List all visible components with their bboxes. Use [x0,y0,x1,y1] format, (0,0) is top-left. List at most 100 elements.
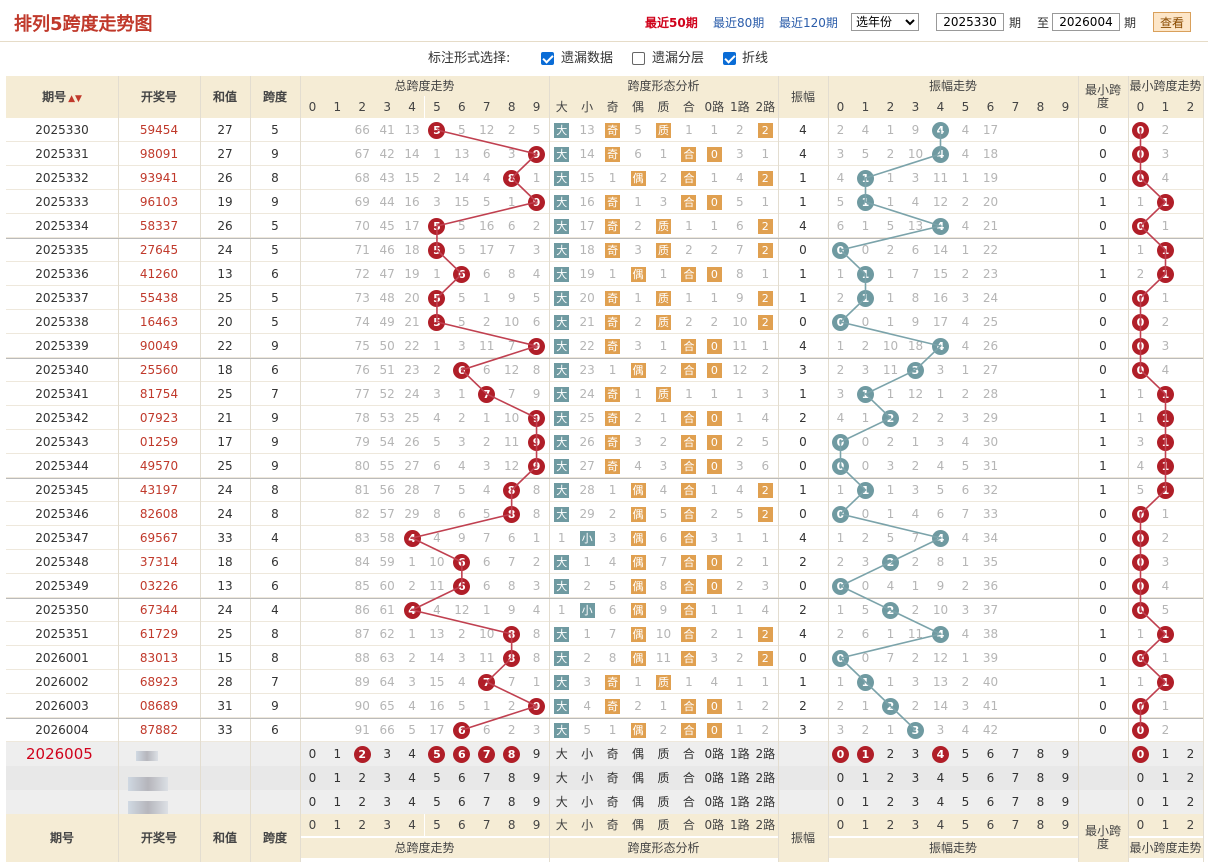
predict-span-cell[interactable]: 6 [449,742,474,766]
predict-span-cell[interactable]: 6 [449,790,474,814]
predict-min-cell[interactable]: 2 [1178,742,1203,766]
predict-shape-cell[interactable]: 奇 [600,790,625,814]
predict-amp-cell[interactable]: 3 [903,766,928,790]
header-period[interactable]: 期号 ▲▼ [6,76,118,118]
predict-shape-cell[interactable]: 偶 [625,766,650,790]
predict-shape-cell[interactable]: 0路 [702,742,727,766]
predict-amp-cell[interactable]: 2 [878,742,903,766]
predict-amp-cell[interactable]: 4 [928,742,953,766]
predict-shape-cell[interactable]: 大 [549,766,574,790]
predict-span-cell[interactable]: 4 [400,766,425,790]
predict-amp-cell[interactable]: 1 [853,766,878,790]
predict-span-cell[interactable]: 8 [499,790,524,814]
predict-amp-cell[interactable]: 1 [853,742,878,766]
predict-shape-cell[interactable]: 质 [651,742,676,766]
predict-shape-cell[interactable]: 偶 [625,742,650,766]
predict-shape-cell[interactable]: 1路 [727,766,752,790]
predict-amp-cell[interactable]: 7 [1003,742,1028,766]
predict-amp-cell[interactable]: 1 [853,790,878,814]
predict-amp-cell[interactable]: 0 [828,790,853,814]
predict-amp-cell[interactable]: 9 [1053,742,1078,766]
predict-amp-cell[interactable]: 6 [978,766,1003,790]
predict-amp-cell[interactable]: 6 [978,790,1003,814]
predict-span-cell[interactable]: 1 [325,790,350,814]
predict-min-cell[interactable]: 2 [1178,766,1203,790]
predict-amp-cell[interactable]: 8 [1028,742,1053,766]
predict-span-cell[interactable]: 5 [425,790,450,814]
predict-span-cell[interactable]: 4 [400,742,425,766]
predict-shape-cell[interactable]: 小 [574,742,599,766]
amp-miss: 2 [886,243,895,257]
predict-shape-cell[interactable]: 0路 [702,766,727,790]
predict-span-cell[interactable]: 9 [524,766,549,790]
predict-span-cell[interactable]: 2 [350,742,375,766]
predict-min-cell[interactable]: 2 [1178,790,1203,814]
predict-amp-cell[interactable]: 5 [953,766,978,790]
predict-amp-cell[interactable]: 7 [1003,766,1028,790]
predict-amp-cell[interactable]: 4 [928,766,953,790]
predict-shape-cell[interactable]: 奇 [600,742,625,766]
predict-shape-cell[interactable]: 偶 [625,790,650,814]
predict-span-cell[interactable]: 7 [474,766,499,790]
predict-span-cell[interactable]: 0 [300,766,325,790]
predict-span-cell[interactable]: 8 [499,742,524,766]
predict-span-cell[interactable]: 3 [375,766,400,790]
predict-span-cell[interactable]: 1 [325,766,350,790]
predict-shape-cell[interactable]: 2路 [753,742,778,766]
predict-amp-cell[interactable]: 3 [903,742,928,766]
predict-span-cell[interactable]: 1 [325,742,350,766]
predict-shape-cell[interactable]: 合 [676,790,701,814]
predict-span-cell[interactable]: 7 [474,742,499,766]
predict-amp-cell[interactable]: 2 [878,790,903,814]
predict-amp-cell[interactable]: 2 [878,766,903,790]
predict-min-cell[interactable]: 0 [1128,766,1153,790]
predict-span-cell[interactable]: 3 [375,790,400,814]
header-period[interactable]: 期号 [6,814,118,862]
predict-shape-cell[interactable]: 2路 [753,766,778,790]
predict-span-cell[interactable]: 2 [350,766,375,790]
predict-shape-cell[interactable]: 大 [549,742,574,766]
predict-span-cell[interactable]: 3 [375,742,400,766]
predict-shape-cell[interactable]: 1路 [727,742,752,766]
predict-span-cell[interactable]: 2 [350,790,375,814]
predict-shape-cell[interactable]: 合 [676,766,701,790]
predict-amp-cell[interactable]: 7 [1003,790,1028,814]
predict-span-cell[interactable]: 4 [400,790,425,814]
predict-min-cell[interactable]: 0 [1128,742,1153,766]
predict-shape-cell[interactable]: 小 [574,790,599,814]
predict-min-cell[interactable]: 1 [1153,790,1178,814]
predict-span-cell[interactable]: 9 [524,742,549,766]
predict-min-cell[interactable]: 1 [1153,742,1178,766]
predict-shape-cell[interactable]: 奇 [600,766,625,790]
predict-span-cell[interactable]: 0 [300,790,325,814]
predict-amp-cell[interactable]: 8 [1028,766,1053,790]
predict-min-cell[interactable]: 1 [1153,766,1178,790]
predict-span-cell[interactable]: 5 [425,766,450,790]
predict-amp-cell[interactable]: 9 [1053,766,1078,790]
predict-span-cell[interactable]: 0 [300,742,325,766]
predict-amp-cell[interactable]: 9 [1053,790,1078,814]
predict-shape-cell[interactable]: 质 [651,766,676,790]
predict-amp-cell[interactable]: 8 [1028,790,1053,814]
sort-icon[interactable]: ▲▼ [68,94,82,104]
predict-span-cell[interactable]: 9 [524,790,549,814]
predict-shape-cell[interactable]: 0路 [702,790,727,814]
predict-amp-cell[interactable]: 4 [928,790,953,814]
predict-span-cell[interactable]: 6 [449,766,474,790]
predict-min-cell[interactable]: 0 [1128,790,1153,814]
predict-amp-cell[interactable]: 6 [978,742,1003,766]
predict-shape-cell[interactable]: 2路 [753,790,778,814]
predict-shape-cell[interactable]: 质 [651,790,676,814]
predict-shape-cell[interactable]: 1路 [727,790,752,814]
predict-amp-cell[interactable]: 3 [903,790,928,814]
predict-amp-cell[interactable]: 5 [953,742,978,766]
predict-shape-cell[interactable]: 合 [676,742,701,766]
predict-amp-cell[interactable]: 0 [828,766,853,790]
predict-span-cell[interactable]: 7 [474,790,499,814]
predict-amp-cell[interactable]: 5 [953,790,978,814]
predict-shape-cell[interactable]: 小 [574,766,599,790]
predict-span-cell[interactable]: 5 [425,742,450,766]
predict-span-cell[interactable]: 8 [499,766,524,790]
predict-amp-cell[interactable]: 0 [828,742,853,766]
predict-shape-cell[interactable]: 大 [549,790,574,814]
